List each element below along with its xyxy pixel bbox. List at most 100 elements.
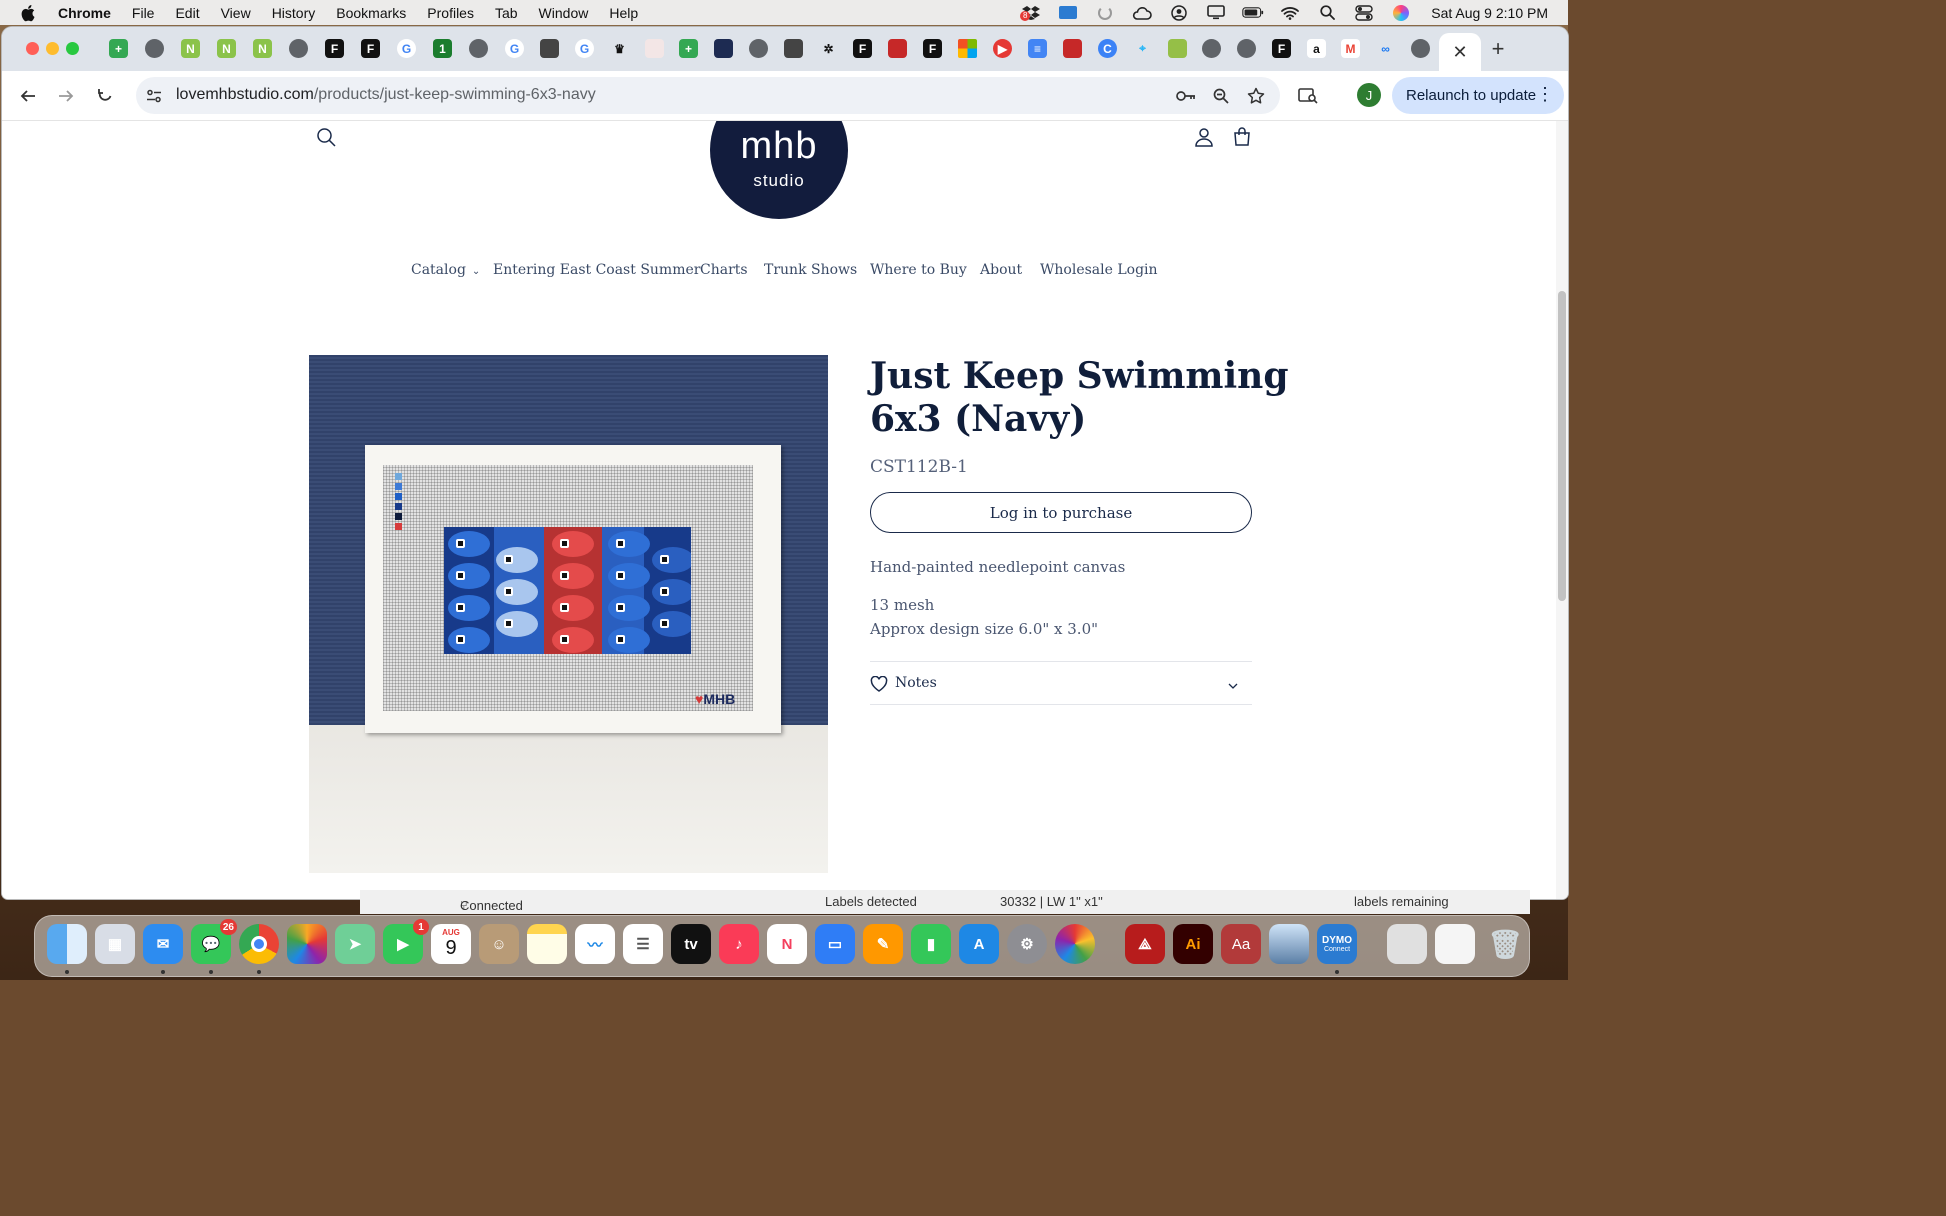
tab-sheets-icon[interactable]: + <box>109 39 128 58</box>
tab-pin-icon[interactable]: ⌖ <box>1133 39 1152 58</box>
tab-red-book-icon[interactable] <box>888 39 907 58</box>
tab-n-icon[interactable]: N <box>253 39 272 58</box>
bookmark-star-icon[interactable] <box>1246 86 1266 106</box>
menu-view[interactable]: View <box>221 5 251 21</box>
menu-help[interactable]: Help <box>609 5 638 21</box>
tab-n-icon[interactable]: N <box>217 39 236 58</box>
close-tab-icon[interactable]: ✕ <box>1452 42 1467 63</box>
music-icon[interactable]: ♪ <box>719 924 759 964</box>
notes-accordion[interactable]: Notes <box>870 672 1252 696</box>
tab-play-icon[interactable]: ▶ <box>993 39 1012 58</box>
account-icon[interactable] <box>1194 127 1216 149</box>
dropbox-icon[interactable]: 8 <box>1020 5 1042 21</box>
tab-gmail-icon[interactable]: M <box>1341 39 1360 58</box>
mail-icon[interactable]: ✉ <box>143 924 183 964</box>
tab-navy-icon[interactable] <box>714 39 733 58</box>
nav-where-to-buy[interactable]: Where to Buy <box>870 262 967 278</box>
tab-meta-icon[interactable]: ∞ <box>1376 39 1395 58</box>
tab-c-icon[interactable]: C <box>1098 39 1117 58</box>
forward-button[interactable] <box>54 84 78 108</box>
display-icon[interactable] <box>1205 5 1227 21</box>
product-image[interactable]: ♥MHB <box>309 355 828 873</box>
site-logo[interactable]: mhb studio <box>710 121 848 219</box>
tab-openai-icon[interactable]: ✲ <box>819 39 838 58</box>
apple-icon[interactable] <box>20 4 38 22</box>
minimize-window-button[interactable] <box>46 42 59 55</box>
keynote-icon[interactable]: ▭ <box>815 924 855 964</box>
pages-icon[interactable]: ✎ <box>863 924 903 964</box>
page-scrollbar[interactable] <box>1556 121 1568 899</box>
tab-google-icon[interactable]: G <box>575 39 594 58</box>
dymo-connect-icon[interactable]: DYMO Connect <box>1317 924 1357 964</box>
menubar-clock[interactable]: Sat Aug 9 2:10 PM <box>1431 5 1548 21</box>
tab-globe-icon[interactable] <box>749 39 768 58</box>
nav-wholesale-login[interactable]: Wholesale Login <box>1040 262 1158 278</box>
chrome-icon[interactable] <box>239 924 279 964</box>
downloads-stack-icon[interactable] <box>1387 924 1427 964</box>
freeform-icon[interactable]: 〰 <box>575 924 615 964</box>
password-key-icon[interactable] <box>1176 86 1196 106</box>
tab-search-button[interactable] <box>1296 84 1320 108</box>
maps-icon[interactable]: ➤ <box>335 924 375 964</box>
reload-button[interactable] <box>93 84 117 108</box>
control-center-icon[interactable] <box>1353 4 1375 21</box>
menu-profiles[interactable]: Profiles <box>427 5 474 21</box>
profile-avatar[interactable]: J <box>1357 83 1381 107</box>
trash-icon[interactable]: 🗑 <box>1485 924 1525 964</box>
address-bar[interactable]: lovemhbstudio.com/products/just-keep-swi… <box>136 77 1280 114</box>
tab-image-icon[interactable] <box>645 39 664 58</box>
active-tab[interactable]: ✕ <box>1439 33 1481 71</box>
tab-microsoft-icon[interactable] <box>958 39 977 58</box>
nav-trunk-shows[interactable]: Trunk Shows <box>764 262 857 278</box>
tab-globe-icon[interactable] <box>1237 39 1256 58</box>
system-settings-icon[interactable]: ⚙ <box>1007 924 1047 964</box>
menu-edit[interactable]: Edit <box>175 5 199 21</box>
tab-cube-icon[interactable] <box>784 39 803 58</box>
site-search-icon[interactable] <box>316 127 338 149</box>
tab-globe-icon[interactable] <box>145 39 164 58</box>
relaunch-to-update-button[interactable]: Relaunch to update ⋮ <box>1392 77 1564 114</box>
menu-tab[interactable]: Tab <box>495 5 518 21</box>
tab-globe-icon[interactable] <box>289 39 308 58</box>
app-store-icon[interactable]: A <box>959 924 999 964</box>
news-icon[interactable]: N <box>767 924 807 964</box>
apple-tv-icon[interactable]: tv <box>671 924 711 964</box>
url-text[interactable]: lovemhbstudio.com/products/just-keep-swi… <box>176 86 596 104</box>
menu-bookmarks[interactable]: Bookmarks <box>336 5 406 21</box>
menu-app-name[interactable]: Chrome <box>58 5 111 21</box>
tab-crown-icon[interactable]: ♛ <box>610 39 629 58</box>
contacts-icon[interactable]: ☺ <box>479 924 519 964</box>
photos-icon[interactable] <box>287 924 327 964</box>
tab-cube-icon[interactable] <box>540 39 559 58</box>
tab-n-icon[interactable]: N <box>181 39 200 58</box>
tab-f-icon[interactable]: F <box>923 39 942 58</box>
tab-globe-icon[interactable] <box>1202 39 1221 58</box>
wifi-icon[interactable] <box>1279 5 1301 21</box>
dictionary-icon[interactable]: Aa <box>1221 924 1261 964</box>
tab-google-icon[interactable]: G <box>397 39 416 58</box>
documents-stack-icon[interactable] <box>1435 924 1475 964</box>
battery-icon[interactable] <box>1242 5 1264 21</box>
pinwheel-icon[interactable] <box>1055 924 1095 964</box>
nav-entering-east-coast-summer[interactable]: Entering East Coast Summer <box>493 262 700 278</box>
tab-f-icon[interactable]: F <box>1272 39 1291 58</box>
nav-catalog[interactable]: Catalog ⌄ <box>411 262 480 278</box>
menu-history[interactable]: History <box>272 5 316 21</box>
reminders-icon[interactable]: ☰ <box>623 924 663 964</box>
close-window-button[interactable] <box>26 42 39 55</box>
new-tab-button[interactable]: + <box>1486 36 1510 61</box>
zoom-icon[interactable] <box>1211 86 1231 106</box>
cloud-sync-icon[interactable] <box>1131 5 1153 21</box>
finder-icon[interactable] <box>47 924 87 964</box>
tab-shopify-icon[interactable] <box>1168 39 1187 58</box>
tab-amazon-icon[interactable]: a <box>1307 39 1326 58</box>
launchpad-icon[interactable]: ▦ <box>95 924 135 964</box>
tab-sheets-icon[interactable]: + <box>679 39 698 58</box>
kebab-menu-icon[interactable]: ⋮ <box>1536 85 1554 103</box>
acrobat-icon[interactable]: ⟁ <box>1125 924 1165 964</box>
notes-app-icon[interactable] <box>527 924 567 964</box>
menu-file[interactable]: File <box>132 5 155 21</box>
cart-icon[interactable] <box>1232 127 1254 149</box>
spinner-icon[interactable] <box>1094 5 1116 21</box>
calendar-icon[interactable]: AUG 9 <box>431 924 471 964</box>
